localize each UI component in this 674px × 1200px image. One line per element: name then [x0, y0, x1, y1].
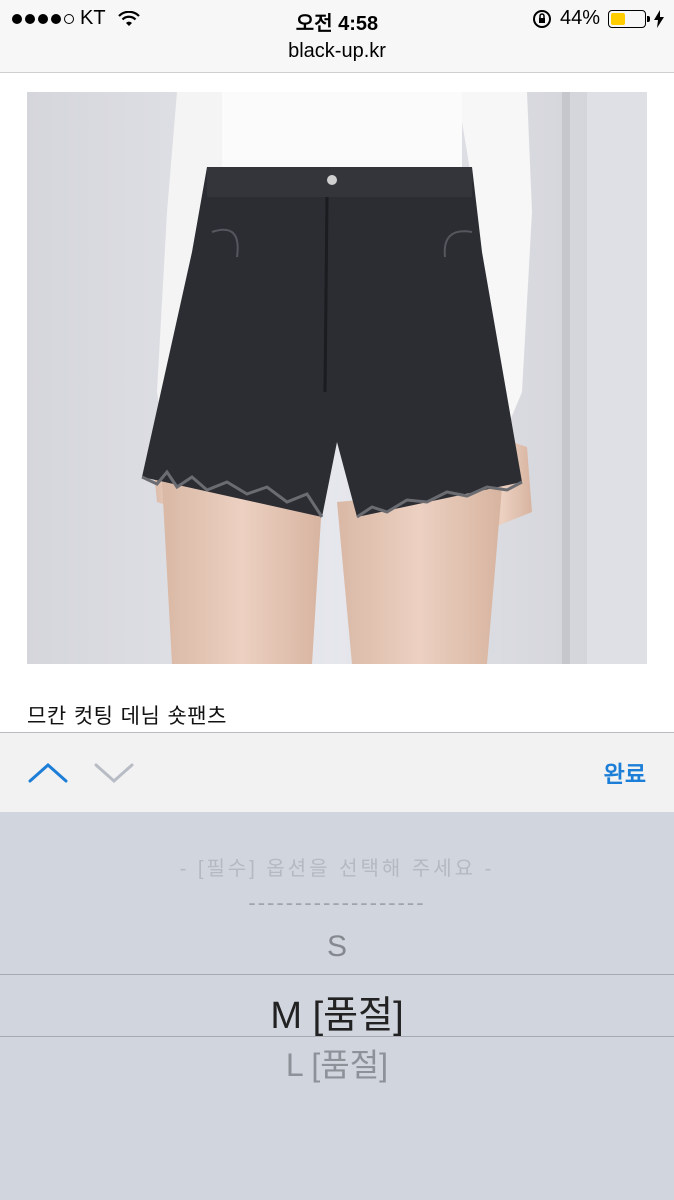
status-right: 44%: [532, 7, 664, 30]
status-bar: KT 오전 4:58 44%: [0, 0, 674, 36]
picker-toolbar: 완료: [0, 732, 674, 813]
previous-field-chevron-up-icon[interactable]: [26, 755, 70, 791]
battery-icon: [608, 9, 650, 28]
product-image: [27, 92, 647, 664]
battery-percent: 44%: [559, 7, 600, 29]
url-text: black-up.kr: [288, 40, 386, 62]
address-bar[interactable]: black-up.kr: [0, 36, 674, 73]
selection-indicator-top: [0, 974, 674, 975]
next-field-chevron-down-icon[interactable]: [92, 755, 136, 791]
done-button[interactable]: 완료: [604, 755, 646, 789]
picker-option[interactable]: -------------------: [0, 890, 674, 916]
picker-option[interactable]: - [필수] 옵션을 선택해 주세요 -: [0, 852, 674, 881]
product-title: 므칸 컷팅 데님 숏팬츠: [27, 704, 227, 728]
rotation-lock-icon: [532, 9, 551, 28]
option-picker-wheel[interactable]: - [필수] 옵션을 선택해 주세요 - -------------------…: [0, 812, 674, 1200]
charging-icon: [654, 9, 664, 28]
picker-option[interactable]: S: [0, 930, 674, 964]
picker-option[interactable]: L [품절]: [0, 1040, 674, 1086]
selection-indicator-bottom: [0, 1036, 674, 1037]
picker-option-selected[interactable]: M [품절]: [0, 984, 674, 1039]
